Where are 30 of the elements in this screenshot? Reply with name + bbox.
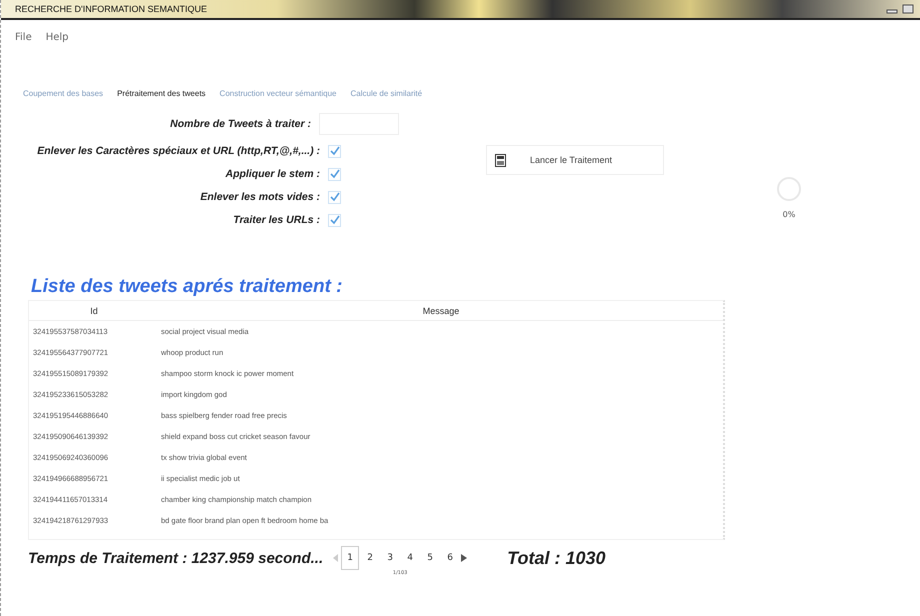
- page-button[interactable]: 3: [381, 546, 400, 570]
- previous-icon[interactable]: [333, 554, 340, 562]
- section-title: Liste des tweets aprés traitement :: [31, 276, 344, 298]
- tab[interactable]: Prétraitement des tweets: [117, 89, 206, 98]
- checkbox[interactable]: [328, 190, 341, 204]
- checkbox[interactable]: [328, 214, 341, 226]
- column-header[interactable]: Message: [159, 306, 723, 316]
- option-label: Enlever les Caractères spéciaux et URL (http,RT,@,#,...) :: [37, 145, 320, 157]
- run-button[interactable]: Lancer le Traitement: [486, 145, 664, 175]
- page-button[interactable]: 2: [361, 546, 380, 570]
- field-label: Nombre de Tweets à traiter :: [170, 118, 311, 130]
- progress-reading: 0%: [782, 210, 796, 219]
- option-label: Appliquer le stem :: [225, 168, 320, 180]
- page-button[interactable]: 4: [401, 546, 420, 570]
- menu-item[interactable]: Help: [46, 32, 69, 43]
- page-button[interactable]: 5: [421, 546, 440, 570]
- page-button[interactable]: 6: [441, 546, 460, 570]
- option-label: Traiter les URLs :: [233, 214, 320, 226]
- window-title: RECHERCHE D'INFORMATION SEMANTIQUE: [15, 4, 208, 14]
- menu-item[interactable]: File: [15, 32, 32, 43]
- processing-time: Temps de Traitement : 1237.959 second...: [28, 550, 324, 567]
- column-header[interactable]: Id: [29, 306, 159, 316]
- checkbox[interactable]: [328, 168, 341, 180]
- page-button[interactable]: 1: [341, 546, 360, 570]
- maximize-icon[interactable]: [902, 4, 914, 14]
- calculator-icon: [495, 154, 506, 166]
- checkbox[interactable]: [328, 144, 341, 158]
- option-label: Enlever les mots vides :: [200, 191, 320, 203]
- next-icon[interactable]: [461, 554, 468, 562]
- total-count: Total : 1030: [507, 548, 606, 569]
